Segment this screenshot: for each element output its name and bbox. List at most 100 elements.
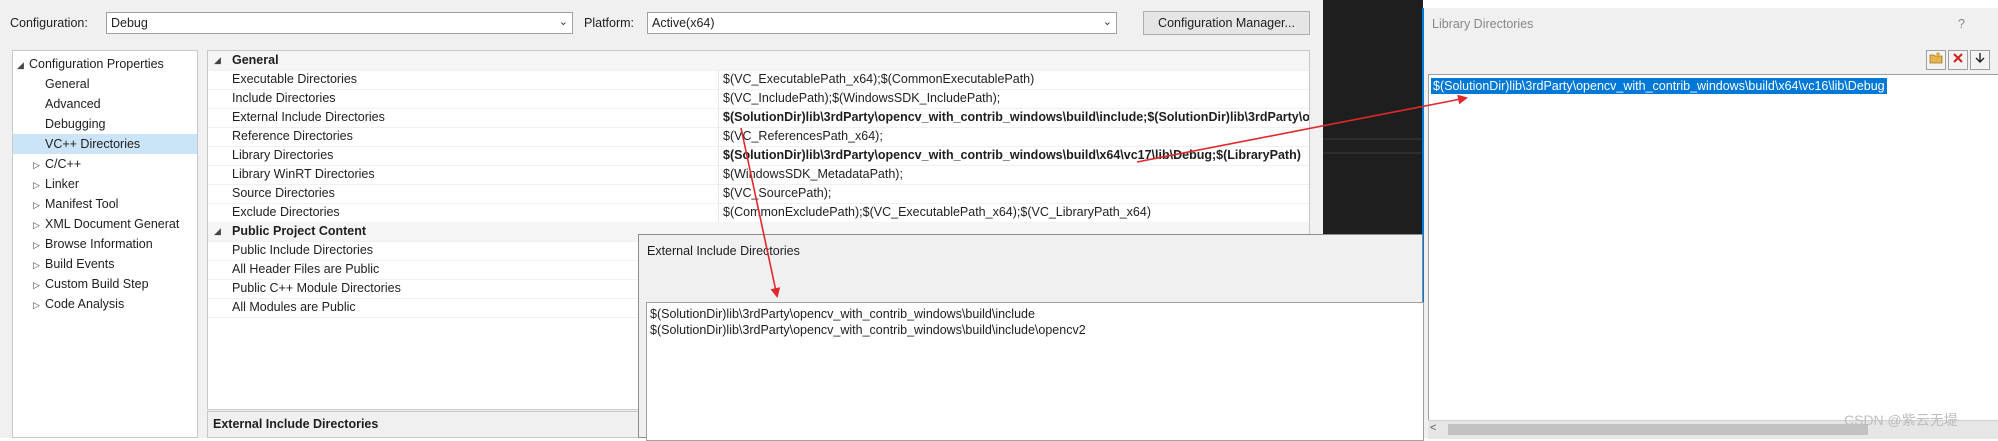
property-value[interactable]: $(CommonExcludePath);$(VC_ExecutablePath… [723,203,1309,222]
tree-item-label: VC++ Directories [45,137,141,151]
description-title: External Include Directories [213,417,379,431]
platform-select[interactable]: Active(x64) ⌄ [647,12,1117,34]
chevron-down-icon: ⌄ [558,16,568,28]
property-row[interactable]: Include Directories $(VC_IncludePath);$(W… [208,89,1309,109]
configuration-manager-button[interactable]: Configuration Manager... [1143,11,1310,35]
tree-item[interactable]: General [13,74,197,94]
library-directories-dialog: Library Directories ? $(SolutionDir)lib\… [1422,8,1998,439]
tree-item-label: Browse Information [45,237,153,251]
property-value[interactable]: $(VC_ExecutablePath_x64);$(CommonExecuta… [723,70,1309,89]
column-separator [718,108,719,127]
tree-item-label: Advanced [45,97,101,111]
collapsed-triangle-icon[interactable]: ▷ [33,175,45,194]
scroll-thumb[interactable] [1448,424,1868,435]
column-separator [718,146,719,165]
platform-value: Active(x64) [652,16,715,30]
property-row[interactable]: Library WinRT Directories $(WindowsSDK_Me… [208,165,1309,185]
tree-item-label: Linker [45,177,80,191]
help-button[interactable]: ? [1958,17,1965,31]
category-label: General [232,53,279,67]
expanded-triangle-icon[interactable]: ◢ [214,51,221,70]
editor-divider [1323,152,1423,154]
column-separator [718,203,719,222]
collapsed-triangle-icon[interactable]: ▷ [33,195,45,214]
tree-item[interactable]: ▷ Code Analysis [13,294,197,314]
property-value[interactable]: $(VC_SourcePath); [723,184,1309,203]
directory-line[interactable]: $(SolutionDir)lib\3rdParty\opencv_with_c… [650,323,1086,337]
chevron-down-icon: ⌄ [1102,16,1112,28]
property-value[interactable]: $(VC_IncludePath);$(WindowsSDK_IncludePa… [723,89,1309,108]
property-value[interactable]: $(VC_ReferencesPath_x64); [723,127,1309,146]
property-name: Exclude Directories [232,205,340,219]
column-separator [718,127,719,146]
configuration-label: Configuration: [10,16,88,30]
category-row[interactable]: ◢ General [208,51,1309,71]
property-row[interactable]: Reference Directories $(VC_ReferencesPath… [208,127,1309,147]
tree-item-label: Manifest Tool [45,197,119,211]
property-value[interactable]: $(SolutionDir)lib\3rdParty\opencv_with_c… [723,108,1309,127]
tree-item-label: C/C++ [45,157,82,171]
property-name: Source Directories [232,186,335,200]
expanded-triangle-icon[interactable]: ◢ [17,55,29,74]
configuration-value: Debug [111,16,148,30]
arrow-down-icon[interactable] [1970,50,1990,70]
property-name: Include Directories [232,91,336,105]
configuration-select[interactable]: Debug ⌄ [106,12,573,34]
directory-line[interactable]: $(SolutionDir)lib\3rdParty\opencv_with_c… [650,307,1035,321]
new-folder-icon[interactable] [1926,50,1946,70]
tree-item-label: Build Events [45,257,115,271]
collapsed-triangle-icon[interactable]: ▷ [33,275,45,294]
platform-label: Platform: [584,16,635,30]
editor-divider [1323,138,1423,140]
dialog-title: External Include Directories [647,244,800,258]
property-row[interactable]: Executable Directories $(VC_ExecutablePat… [208,70,1309,90]
tree-item[interactable]: ▷ Manifest Tool [13,194,197,214]
property-row[interactable]: Source Directories $(VC_SourcePath); [208,184,1309,204]
collapsed-triangle-icon[interactable]: ▷ [33,255,45,274]
collapsed-triangle-icon[interactable]: ▷ [33,155,45,174]
property-value[interactable]: $(SolutionDir)lib\3rdParty\opencv_with_c… [723,146,1309,165]
tree-item-label: Custom Build Step [45,277,149,291]
tree-item[interactable]: Advanced [13,94,197,114]
column-separator [718,70,719,89]
directory-list[interactable]: $(SolutionDir)lib\3rdParty\opencv_with_c… [1428,74,1998,422]
property-name: External Include Directories [232,110,385,124]
property-name: Library Directories [232,148,334,162]
tree-item[interactable]: ▷ Custom Build Step [13,274,197,294]
tree-item[interactable]: Debugging [13,114,197,134]
dialog-title: Library Directories [1432,17,1534,31]
tree-item-label: Configuration Properties [29,57,164,71]
property-row[interactable]: Exclude Directories $(CommonExcludePath);… [208,203,1309,223]
scroll-left-icon[interactable]: < [1430,422,1436,434]
collapsed-triangle-icon[interactable]: ▷ [33,215,45,234]
tree-item[interactable]: ▷ Browse Information [13,234,197,254]
property-tree: ◢ Configuration Properties General Advanced… [12,50,198,438]
delete-icon[interactable] [1948,50,1968,70]
tree-item[interactable]: ◢ Configuration Properties [13,54,197,74]
tree-item[interactable]: ▷ C/C++ [13,154,197,174]
property-row[interactable]: Library Directories $(SolutionDir)lib\3rd… [208,146,1309,166]
tree-item[interactable]: ▷ Linker [13,174,197,194]
property-name: Library WinRT Directories [232,167,375,181]
column-separator [718,184,719,203]
directory-editor[interactable]: $(SolutionDir)lib\3rdParty\opencv_with_c… [646,302,1424,441]
external-include-directories-dialog: External Include Directories $(SolutionD… [638,234,1424,441]
tree-item-label: General [45,77,90,91]
expanded-triangle-icon[interactable]: ◢ [214,222,221,241]
property-value[interactable]: $(WindowsSDK_MetadataPath); [723,165,1309,184]
collapsed-triangle-icon[interactable]: ▷ [33,295,45,314]
property-name: Executable Directories [232,72,358,86]
property-row[interactable]: External Include Directories $(SolutionDi… [208,108,1309,128]
list-item[interactable]: $(SolutionDir)lib\3rdParty\opencv_with_c… [1431,78,1887,94]
tree-item-label: Code Analysis [45,297,125,311]
column-separator [718,89,719,108]
tree-item-label: Debugging [45,117,106,131]
tree-item[interactable]: ▷ XML Document Generat [13,214,197,234]
watermark: CSDN @紫云无堤 [1844,412,1958,428]
tree-item[interactable]: VC++ Directories [13,134,197,154]
property-name: Reference Directories [232,129,353,143]
column-separator [718,165,719,184]
tree-item-label: XML Document Generat [45,217,180,231]
collapsed-triangle-icon[interactable]: ▷ [33,235,45,254]
tree-item[interactable]: ▷ Build Events [13,254,197,274]
